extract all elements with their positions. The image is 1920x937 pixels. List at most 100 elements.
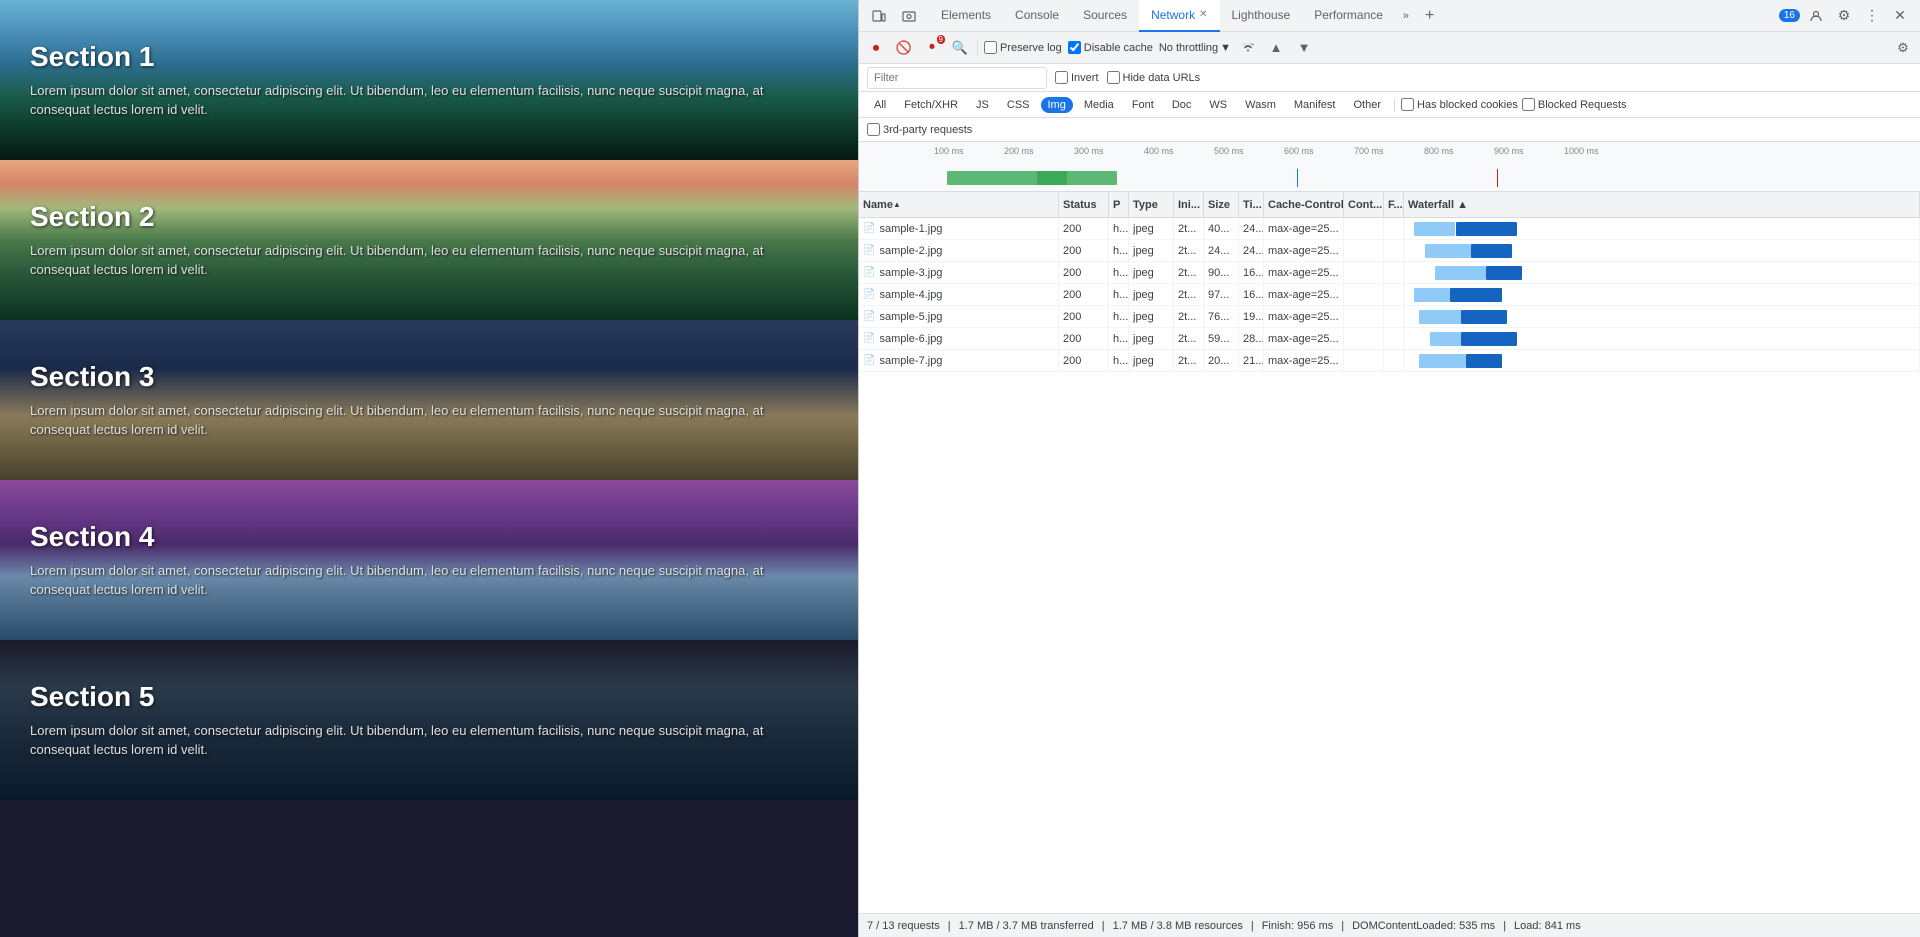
more-options-icon[interactable]: ⋮ — [1860, 4, 1884, 28]
td-type-0: jpeg — [1129, 218, 1174, 239]
tab-network[interactable]: Network ✕ — [1139, 0, 1219, 32]
td-status-1: 200 — [1059, 240, 1109, 261]
td-cache-6: max-age=25... — [1264, 350, 1344, 371]
third-party-checkbox[interactable] — [867, 123, 880, 136]
section-2-content: Section 2Lorem ipsum dolor sit amet, con… — [30, 201, 828, 280]
invert-label[interactable]: Invert — [1055, 71, 1099, 84]
timeline-header: 100 ms 200 ms 300 ms 400 ms 500 ms 600 m… — [859, 142, 1920, 192]
chip-all[interactable]: All — [867, 97, 893, 113]
network-settings-icon[interactable]: ⚙ — [1892, 37, 1914, 59]
table-row[interactable]: 📄 sample-2.jpg 200 h... jpeg 2t... 24...… — [859, 240, 1920, 262]
chip-font[interactable]: Font — [1125, 97, 1161, 113]
chip-other[interactable]: Other — [1346, 97, 1388, 113]
tab-lighthouse[interactable]: Lighthouse — [1220, 0, 1303, 32]
section-3-content: Section 3Lorem ipsum dolor sit amet, con… — [30, 361, 828, 440]
blocked-requests-label[interactable]: Blocked Requests — [1522, 98, 1627, 111]
timeline-overview — [937, 169, 1916, 187]
table-row[interactable]: 📄 sample-7.jpg 200 h... jpeg 2t... 20...… — [859, 350, 1920, 372]
tab-add-button[interactable]: + — [1417, 7, 1442, 25]
chip-fetch-xhr[interactable]: Fetch/XHR — [897, 97, 965, 113]
third-party-label[interactable]: 3rd-party requests — [867, 123, 972, 136]
th-size[interactable]: Size — [1204, 192, 1239, 217]
chip-css[interactable]: CSS — [1000, 97, 1037, 113]
chip-ws[interactable]: WS — [1202, 97, 1234, 113]
chip-wasm[interactable]: Wasm — [1238, 97, 1283, 113]
preserve-log-label[interactable]: Preserve log — [984, 41, 1062, 54]
hide-data-urls-checkbox[interactable] — [1107, 71, 1120, 84]
td-protocol-2: h... — [1109, 262, 1129, 283]
blocked-requests-checkbox[interactable] — [1522, 98, 1535, 111]
download-icon[interactable]: ▼ — [1293, 37, 1315, 59]
search-button[interactable]: 🔍 — [949, 37, 971, 59]
table-row[interactable]: 📄 sample-1.jpg 200 h... jpeg 2t... 40...… — [859, 218, 1920, 240]
disable-cache-checkbox[interactable] — [1068, 41, 1081, 54]
upload-icon[interactable]: ▲ — [1265, 37, 1287, 59]
record-button[interactable]: ⏺ — [865, 37, 887, 59]
th-content-encoding[interactable]: Cont... — [1344, 192, 1384, 217]
th-initiator[interactable]: Ini... — [1174, 192, 1204, 217]
screenshot-icon[interactable] — [897, 4, 921, 28]
td-status-6: 200 — [1059, 350, 1109, 371]
th-cache-control[interactable]: Cache-Control — [1264, 192, 1344, 217]
tab-console[interactable]: Console — [1003, 0, 1071, 32]
chip-manifest[interactable]: Manifest — [1287, 97, 1343, 113]
invert-checkbox[interactable] — [1055, 71, 1068, 84]
waterfall-waiting-0 — [1414, 222, 1455, 236]
td-type-4: jpeg — [1129, 306, 1174, 327]
chip-media[interactable]: Media — [1077, 97, 1121, 113]
device-toolbar-icon[interactable] — [867, 4, 891, 28]
th-waterfall[interactable]: Waterfall ▲ — [1404, 192, 1920, 217]
td-waterfall-2 — [1404, 262, 1920, 283]
th-type[interactable]: Type — [1129, 192, 1174, 217]
table-row[interactable]: 📄 sample-6.jpg 200 h... jpeg 2t... 59...… — [859, 328, 1920, 350]
tab-more-button[interactable]: » — [1395, 10, 1417, 22]
tab-performance[interactable]: Performance — [1302, 0, 1395, 32]
close-devtools-icon[interactable]: ✕ — [1888, 4, 1912, 28]
waterfall-waiting-5 — [1430, 332, 1461, 346]
tab-close-network[interactable]: ✕ — [1199, 9, 1207, 20]
chip-img[interactable]: Img — [1041, 97, 1073, 113]
status-transferred: 1.7 MB / 3.7 MB transferred — [959, 920, 1094, 932]
devtools-icon-group — [867, 4, 921, 28]
timeline-red-line — [1497, 169, 1498, 187]
devtools-panel: Elements Console Sources Network ✕ Light… — [858, 0, 1920, 937]
th-name[interactable]: Name — [859, 192, 1059, 217]
table-row[interactable]: 📄 sample-5.jpg 200 h... jpeg 2t... 76...… — [859, 306, 1920, 328]
blocked-cookies-label[interactable]: Has blocked cookies — [1401, 98, 1518, 111]
table-row[interactable]: 📄 sample-4.jpg 200 h... jpeg 2t... 97...… — [859, 284, 1920, 306]
section-3: Section 3Lorem ipsum dolor sit amet, con… — [0, 320, 858, 480]
tick-500: 500 ms — [1214, 146, 1284, 156]
throttle-selector[interactable]: No throttling ▼ — [1159, 37, 1231, 59]
waterfall-receiving-6 — [1466, 354, 1502, 368]
preserve-log-checkbox[interactable] — [984, 41, 997, 54]
user-profile-icon[interactable] — [1804, 4, 1828, 28]
section-2: Section 2Lorem ipsum dolor sit amet, con… — [0, 160, 858, 320]
table-row[interactable]: 📄 sample-3.jpg 200 h... jpeg 2t... 90...… — [859, 262, 1920, 284]
td-size-2: 90... — [1204, 262, 1239, 283]
file-icon-3: 📄 — [863, 289, 875, 300]
settings-icon[interactable]: ⚙ — [1832, 4, 1856, 28]
td-status-0: 200 — [1059, 218, 1109, 239]
waterfall-waiting-1 — [1425, 244, 1471, 258]
th-time[interactable]: Ti... — [1239, 192, 1264, 217]
tick-600: 600 ms — [1284, 146, 1354, 156]
chip-doc[interactable]: Doc — [1165, 97, 1199, 113]
filter-input[interactable] — [867, 67, 1047, 89]
wifi-icon[interactable] — [1237, 37, 1259, 59]
status-divider-4: | — [1341, 920, 1344, 932]
js-errors-badge[interactable]: 16 — [1779, 9, 1800, 22]
th-status[interactable]: Status — [1059, 192, 1109, 217]
blocked-cookies-checkbox[interactable] — [1401, 98, 1414, 111]
td-time-3: 16... — [1239, 284, 1264, 305]
hide-data-urls-label[interactable]: Hide data URLs — [1107, 71, 1201, 84]
tab-elements[interactable]: Elements — [929, 0, 1003, 32]
th-protocol[interactable]: P — [1109, 192, 1129, 217]
tab-sources[interactable]: Sources — [1071, 0, 1139, 32]
chip-js[interactable]: JS — [969, 97, 996, 113]
waterfall-receiving-5 — [1461, 332, 1518, 346]
clear-button[interactable]: 🚫 — [893, 37, 915, 59]
th-flag[interactable]: F... — [1384, 192, 1404, 217]
td-size-4: 76... — [1204, 306, 1239, 327]
error-badge-button[interactable]: ⏺9 — [921, 37, 943, 59]
disable-cache-label[interactable]: Disable cache — [1068, 41, 1153, 54]
